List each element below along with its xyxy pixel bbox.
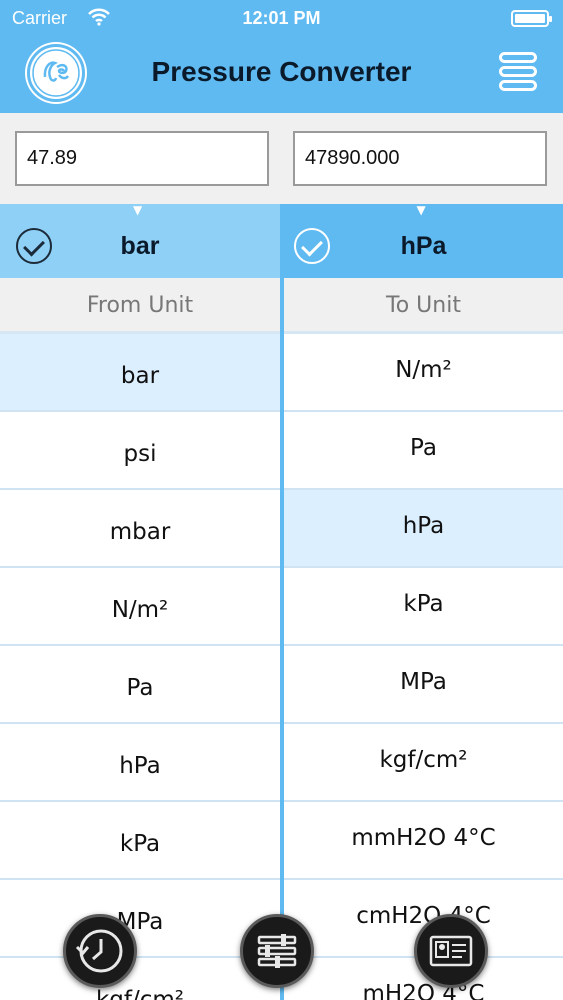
from-value-input[interactable] — [15, 131, 269, 186]
from-unit-item[interactable]: kPa — [0, 802, 280, 880]
to-unit-list: N/m² Pa hPa kPa MPa kgf/cm² mmH2O 4°C cm… — [284, 334, 563, 1000]
app-header: Carrier 12:01 PM Pressure Converter — [0, 0, 563, 113]
to-value-output[interactable] — [293, 131, 547, 186]
history-button[interactable] — [63, 914, 137, 988]
from-unit-item[interactable]: psi — [0, 412, 280, 490]
arrow-down-icon: ▼ — [133, 204, 143, 217]
settings-button[interactable] — [240, 914, 314, 988]
from-unit-item[interactable]: hPa — [0, 724, 280, 802]
page-title: Pressure Converter — [151, 56, 412, 87]
to-unit-column: ▼ hPa To Unit N/m² Pa hPa kPa MPa kgf/cm… — [284, 204, 563, 1000]
sliders-icon — [257, 934, 297, 968]
to-unit-item[interactable]: kPa — [284, 568, 563, 646]
clock: 12:01 PM — [242, 8, 321, 28]
to-unit-item[interactable]: hPa — [284, 490, 563, 568]
value-input-bar — [0, 113, 563, 204]
menu-icon[interactable] — [499, 52, 537, 92]
from-unit-column: ▼ bar From Unit bar psi mbar N/m² Pa hPa… — [0, 204, 280, 1000]
from-unit-item[interactable]: mbar — [0, 490, 280, 568]
from-selected-unit[interactable]: ▼ bar — [0, 204, 280, 278]
to-selected-unit[interactable]: ▼ hPa — [284, 204, 563, 278]
from-unit-heading: From Unit — [0, 278, 280, 334]
from-unit-item[interactable]: MPa — [0, 880, 280, 958]
to-unit-item[interactable]: Pa — [284, 412, 563, 490]
to-unit-item[interactable]: MPa — [284, 646, 563, 724]
contact-card-icon — [429, 935, 473, 967]
from-unit-item[interactable]: N/m² — [0, 568, 280, 646]
from-unit-item[interactable]: kgf/cm² — [0, 958, 280, 1000]
to-selected-label: hPa — [400, 232, 447, 260]
history-icon — [75, 929, 123, 973]
to-unit-item[interactable]: N/m² — [284, 334, 563, 412]
from-unit-item[interactable]: Pa — [0, 646, 280, 724]
arrow-down-icon: ▼ — [416, 204, 426, 217]
contact-button[interactable] — [414, 914, 488, 988]
status-bar: Carrier 12:01 PM — [0, 6, 563, 32]
from-unit-list: bar psi mbar N/m² Pa hPa kPa MPa kgf/cm² — [0, 334, 280, 1000]
from-unit-item[interactable]: bar — [0, 334, 280, 412]
battery-icon — [511, 10, 552, 27]
from-selected-label: bar — [120, 232, 160, 260]
to-unit-item[interactable]: kgf/cm² — [284, 724, 563, 802]
to-unit-heading: To Unit — [284, 278, 563, 334]
to-unit-item[interactable]: mmH2O 4°C — [284, 802, 563, 880]
